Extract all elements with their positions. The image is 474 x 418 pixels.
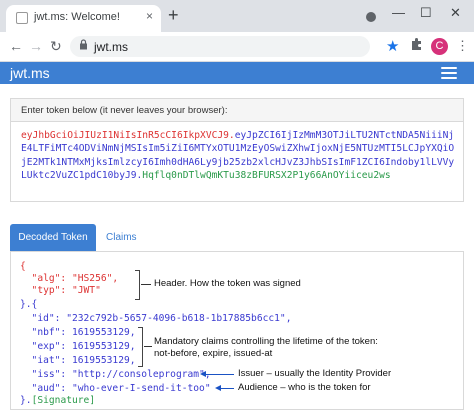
decoded-token-panel: { "alg": "HS256", "typ": "JWT" }.{ "id":… bbox=[10, 252, 464, 410]
lifetime-bracket bbox=[138, 327, 143, 367]
audience-annotation: Audience – who is the token for bbox=[238, 382, 371, 393]
code-line: }.[Signature] bbox=[20, 395, 96, 406]
token-textarea[interactable]: eyJhbGciOiJIUzI1NiIsInR5cCI6IkpXVCJ9.eyJ… bbox=[21, 129, 457, 182]
code-line: }.{ bbox=[20, 299, 38, 310]
decoded-tabs: Decoded Token Claims bbox=[10, 224, 464, 252]
maximize-icon[interactable]: ☐ bbox=[420, 5, 432, 21]
hamburger-menu-icon[interactable] bbox=[441, 67, 457, 79]
code-line: "nbf": 1619553129, bbox=[20, 327, 136, 338]
profile-avatar[interactable]: C bbox=[431, 38, 448, 55]
close-window-icon[interactable]: ✕ bbox=[450, 5, 461, 21]
token-header-part: eyJhbGciOiJIUzI1NiIsInR5cCI6IkpXVCJ9. bbox=[21, 130, 235, 141]
code-line: "exp": 1619553129, bbox=[20, 341, 136, 352]
close-tab-icon[interactable]: × bbox=[146, 9, 153, 23]
code-line: "aud": "who-ever-I-send-it-too" bbox=[20, 383, 211, 394]
code-line: "id": "232c792b-5657-4096-b618-1b17885b6… bbox=[20, 313, 292, 324]
forward-icon[interactable]: → bbox=[29, 38, 43, 54]
token-input-label: Enter token below (it never leaves your … bbox=[21, 105, 228, 116]
favicon-icon bbox=[16, 12, 28, 24]
issuer-annotation: Issuer – usually the Identity Provider bbox=[238, 368, 392, 379]
code-line: { bbox=[20, 261, 26, 272]
code-line: "iss": "http://consoleprogram", bbox=[20, 369, 211, 380]
tab-decoded-token[interactable]: Decoded Token bbox=[10, 224, 96, 251]
address-bar[interactable]: jwt.ms bbox=[70, 36, 370, 57]
tab-title: jwt.ms: Welcome! bbox=[34, 11, 120, 23]
token-signature-part: Hqflq0nDTlwQmKTu38zBFURSX2P1y66AnOYiiceu… bbox=[142, 169, 391, 181]
token-input-card: Enter token below (it never leaves your … bbox=[10, 98, 464, 202]
code-line: "typ": "JWT" bbox=[20, 285, 101, 296]
lifetime-annotation-line2: not-before, expire, issued-at bbox=[154, 348, 273, 359]
minimize-icon[interactable]: — bbox=[392, 5, 405, 20]
url-text: jwt.ms bbox=[94, 40, 128, 54]
app-brand[interactable]: jwt.ms bbox=[10, 65, 50, 81]
new-tab-button[interactable]: + bbox=[168, 6, 179, 24]
browser-tabstrip: jwt.ms: Welcome! × + — ☐ ✕ bbox=[0, 0, 474, 32]
browser-menu-icon[interactable]: ⋮ bbox=[456, 38, 469, 54]
audience-arrow-shaft bbox=[221, 388, 234, 389]
browser-tab[interactable]: jwt.ms: Welcome! × bbox=[6, 5, 161, 32]
tab-claims[interactable]: Claims bbox=[106, 224, 137, 251]
code-line: "alg": "HS256", bbox=[20, 273, 119, 284]
tab-search-icon[interactable] bbox=[366, 12, 376, 22]
lock-icon bbox=[79, 39, 88, 53]
app-navbar: jwt.ms bbox=[0, 62, 474, 84]
browser-toolbar: ← → ↻ jwt.ms ★ C ⋮ bbox=[0, 32, 474, 62]
header-bracket bbox=[135, 270, 140, 300]
header-connector bbox=[141, 284, 151, 285]
lifetime-connector bbox=[144, 346, 152, 347]
back-icon[interactable]: ← bbox=[9, 38, 23, 54]
extensions-icon[interactable] bbox=[410, 37, 424, 54]
issuer-arrow-shaft bbox=[206, 374, 234, 375]
bookmark-star-icon[interactable]: ★ bbox=[386, 37, 399, 55]
header-annotation: Header. How the token was signed bbox=[154, 278, 301, 289]
reload-icon[interactable]: ↻ bbox=[50, 38, 62, 55]
lifetime-annotation-line1: Mandatory claims controlling the lifetim… bbox=[154, 336, 378, 347]
code-line: "iat": 1619553129, bbox=[20, 355, 136, 366]
